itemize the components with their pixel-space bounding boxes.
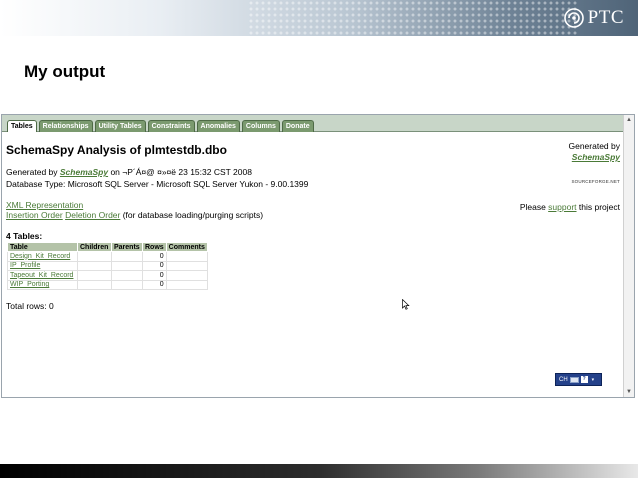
table-header-row: Table Children Parents Rows Comments — [7, 242, 208, 252]
column-header-parents: Parents — [111, 242, 143, 252]
scroll-up-icon[interactable]: ▲ — [624, 115, 634, 125]
tab-tables[interactable]: Tables — [7, 120, 37, 132]
table-cell-comments — [165, 279, 208, 290]
table-cell-comments — [165, 260, 208, 271]
logo-text: PTC — [587, 7, 624, 28]
slide: PTC My output Tables Relationships Utility… — [0, 0, 638, 478]
table-cell-children — [77, 251, 112, 262]
ptc-logo-icon — [563, 8, 584, 28]
total-rows: Total rows: 0 — [6, 301, 54, 311]
table-cell-comments — [165, 270, 208, 281]
column-header-table: Table — [7, 242, 78, 252]
mouse-cursor-icon — [402, 299, 410, 310]
table-cell-rows: 0 — [142, 270, 167, 281]
schemaspy-link-right[interactable]: SchemaSpy — [572, 152, 620, 162]
generated-line: Generated by SchemaSpy on ¬P´Á¤@ ¤»¤ë 23… — [6, 167, 252, 177]
footer-bar — [0, 464, 638, 478]
table-row: WIP_Porting 0 — [7, 279, 208, 290]
xml-line: XML Representation — [6, 200, 83, 210]
table-cell-children — [77, 270, 112, 281]
banner-dot-pattern — [248, 0, 578, 36]
please-prefix: Please — [519, 202, 549, 212]
table-cell-rows: 0 — [142, 279, 167, 290]
language-code: CH — [559, 376, 568, 383]
table-cell-comments — [165, 251, 208, 262]
tab-bar: Tables Relationships Utility Tables Constra… — [2, 115, 624, 132]
insertion-order-link[interactable]: Insertion Order — [6, 210, 63, 220]
table-cell-name: WIP_Porting — [7, 279, 78, 290]
table-name-link[interactable]: WIP_Porting — [10, 281, 49, 288]
table-cell-parents — [111, 279, 143, 290]
table-name-link[interactable]: Design_Kit_Record — [10, 253, 70, 260]
table-name-link[interactable]: IP_Profile — [10, 262, 40, 269]
tab-columns[interactable]: Columns — [241, 120, 280, 132]
tables-count-heading: 4 Tables: — [6, 231, 43, 241]
table-row: IP_Profile 0 — [7, 260, 208, 271]
browser-frame: Tables Relationships Utility Tables Constra… — [1, 114, 635, 398]
column-header-comments: Comments — [165, 242, 208, 252]
generated-prefix: Generated by — [6, 167, 60, 177]
table-name-link[interactable]: Tapeout_Kit_Record — [10, 272, 73, 279]
table-row: Design_Kit_Record 0 — [7, 251, 208, 262]
table-cell-parents — [111, 260, 143, 271]
slide-title: My output — [24, 62, 106, 81]
language-bar[interactable]: CH ? ▾ — [555, 373, 602, 386]
order-line: Insertion Order Deletion Order (for data… — [6, 210, 263, 220]
database-type: Database Type: Microsoft SQL Server - Mi… — [6, 179, 309, 189]
column-header-rows: Rows — [142, 242, 167, 252]
tab-anomalies[interactable]: Anomalies — [196, 120, 240, 132]
table-row: Tapeout_Kit_Record 0 — [7, 270, 208, 281]
tab-constraints[interactable]: Constraints — [147, 120, 195, 132]
column-header-children: Children — [77, 242, 112, 252]
tab-relationships[interactable]: Relationships — [38, 120, 93, 132]
table-cell-name: Tapeout_Kit_Record — [7, 270, 78, 281]
table-cell-name: Design_Kit_Record — [7, 251, 78, 262]
deletion-order-link[interactable]: Deletion Order — [65, 210, 120, 220]
table-cell-name: IP_Profile — [7, 260, 78, 271]
tab-utility-tables[interactable]: Utility Tables — [94, 120, 146, 132]
order-note: (for database loading/purging scripts) — [120, 210, 264, 220]
support-link[interactable]: support — [548, 202, 576, 212]
table-cell-children — [77, 260, 112, 271]
sourceforge-badge[interactable]: SOURCEFORGE.NET — [571, 179, 620, 184]
language-bar-menu-icon[interactable]: ▾ — [592, 377, 595, 383]
table-body: Design_Kit_Record 0 IP_Profile 0 Tapeout_Kit… — [7, 251, 208, 290]
schemaspy-link[interactable]: SchemaSpy — [60, 167, 108, 177]
xml-representation-link[interactable]: XML Representation — [6, 200, 83, 210]
table-cell-parents — [111, 270, 143, 281]
vertical-scrollbar[interactable]: ▲ ▼ — [623, 115, 634, 397]
scroll-down-icon[interactable]: ▼ — [624, 387, 634, 397]
tables-table: Table Children Parents Rows Comments Design_… — [7, 242, 208, 290]
table-cell-parents — [111, 251, 143, 262]
tab-list: Tables Relationships Utility Tables Constra… — [7, 120, 314, 132]
generated-date: on ¬P´Á¤@ ¤»¤ë 23 15:32 CST 2008 — [108, 167, 252, 177]
support-line: Please support this project — [520, 202, 620, 212]
help-icon[interactable]: ? — [580, 376, 588, 383]
tab-donate[interactable]: Donate — [281, 120, 314, 132]
keyboard-icon[interactable] — [569, 376, 579, 383]
generated-by-label: Generated by — [568, 141, 620, 151]
page-heading: SchemaSpy Analysis of plmtestdb.dbo — [6, 143, 227, 157]
generated-by-box: Generated by SchemaSpy — [568, 141, 620, 163]
top-banner: PTC — [0, 0, 638, 36]
table-cell-rows: 0 — [142, 260, 167, 271]
table-cell-children — [77, 279, 112, 290]
please-suffix: this project — [576, 202, 620, 212]
ptc-logo: PTC — [563, 7, 624, 29]
table-cell-rows: 0 — [142, 251, 167, 262]
